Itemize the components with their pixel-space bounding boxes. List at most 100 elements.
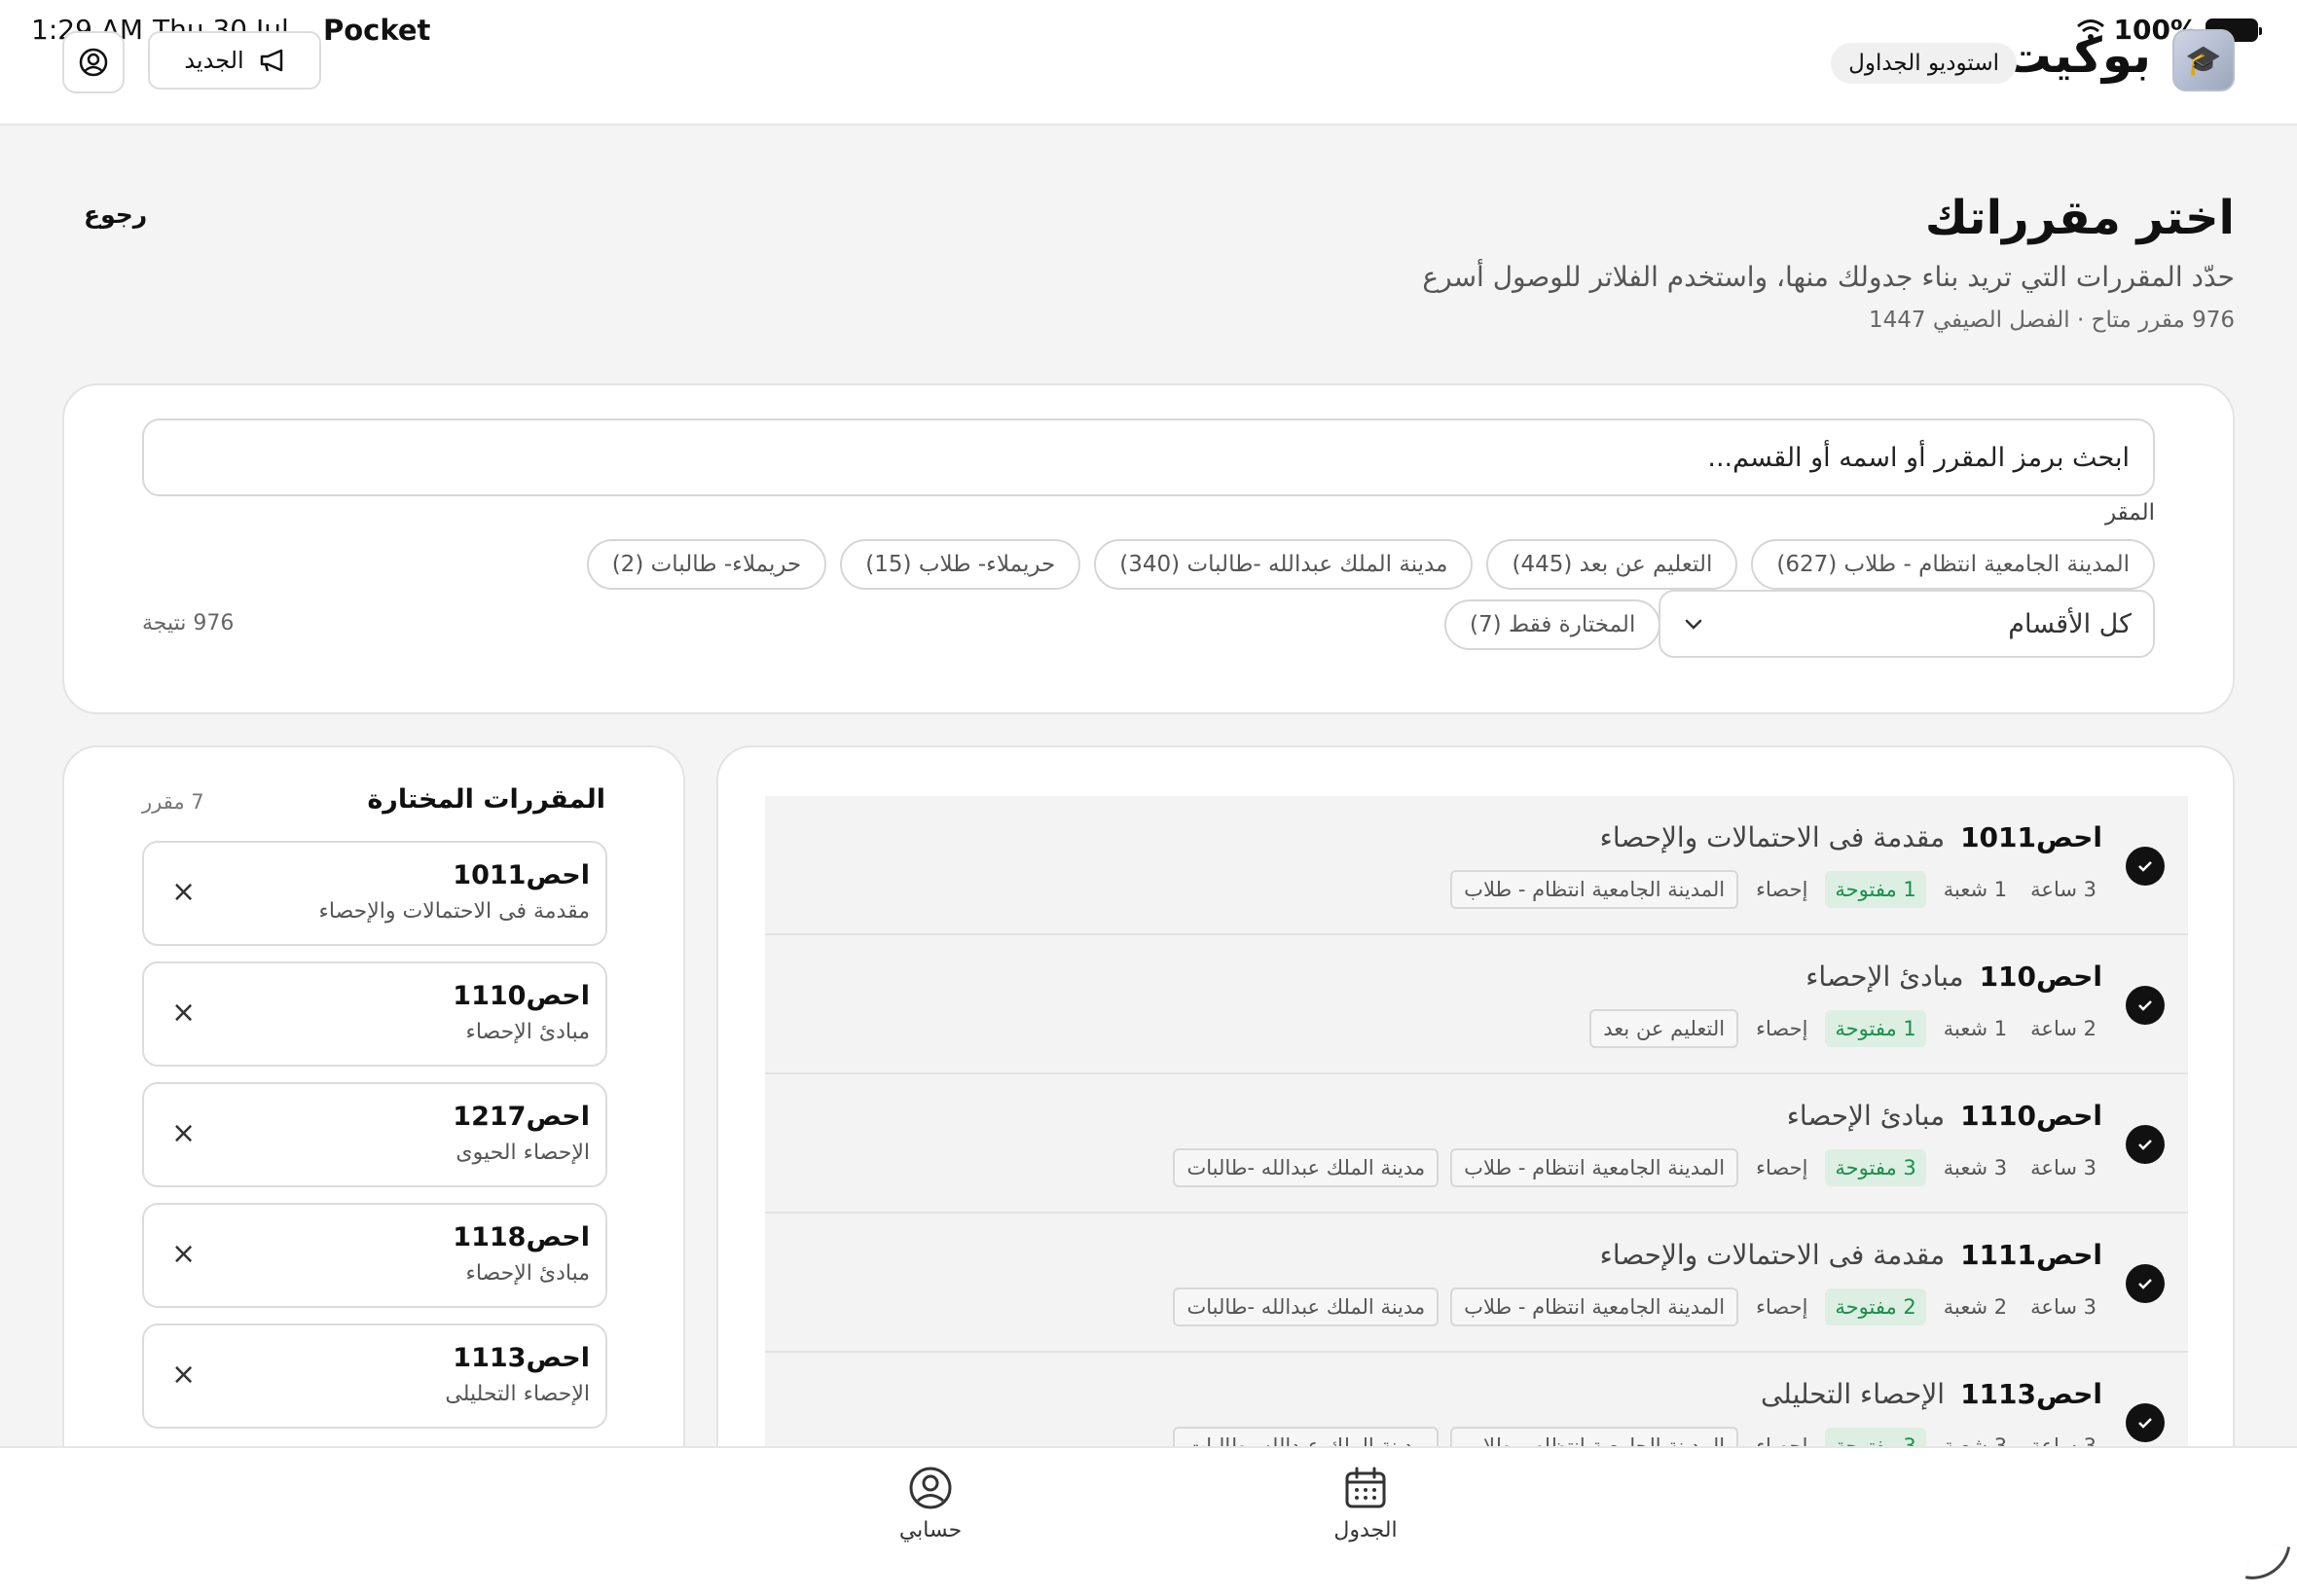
course-tags: 2 ساعة 1 شعبة 1 مفتوحة إحصاء التعليم عن … [1589,1009,2102,1048]
course-code: احص1111 [1960,1239,2102,1271]
status-app-name: Pocket [323,14,431,47]
selected-item: احص1110 مبادئ الإحصاء × [142,961,607,1067]
selected-code: احص1011 [453,860,590,890]
search-placeholder: ابحث برمز المقرر أو اسمه أو القسم... [1707,442,2130,473]
course-name: مبادئ الإحصاء [1805,961,1964,993]
course-title: احص1113 الإحصاء التحليلى [1761,1378,2102,1410]
corner-gesture-indicator [2244,1540,2291,1586]
course-tags: 3 ساعة 2 شعبة 2 مفتوحة إحصاء المدينة الج… [1173,1288,2102,1326]
selected-count: 7 مقرر [142,790,204,814]
selected-title: المقررات المختارة [367,784,605,815]
tab-account[interactable]: حسابي [853,1466,1008,1542]
close-icon[interactable]: × [171,1119,196,1148]
course-code: احص1011 [1960,821,2102,853]
open-sections-badge: 1 مفتوحة [1825,871,1926,908]
campus-chip[interactable]: التعليم عن بعد (445) [1486,539,1738,590]
course-campus: التعليم عن بعد [1589,1009,1739,1048]
selected-item: احص1118 مبادئ الإحصاء × [142,1203,607,1308]
megaphone-icon [260,49,282,72]
course-name: مبادئ الإحصاء [1786,1100,1946,1132]
selected-code: احص1217 [453,1102,590,1132]
calendar-icon [1345,1467,1386,1508]
course-row[interactable]: احص1011 مقدمة فى الاحتمالات والإحصاء 3 سا… [765,796,2188,935]
open-sections-badge: 1 مفتوحة [1825,1010,1926,1047]
selected-only-toggle[interactable]: المختارة فقط (7) [1444,599,1661,650]
course-department: إحصاء [1756,1295,1808,1319]
campus-chip[interactable]: حريملاء- طلاب (15) [840,539,1081,590]
profile-button[interactable] [62,31,125,93]
chevron-down-icon [1685,619,1702,630]
selected-name: مبادئ الإحصاء [465,1261,590,1286]
course-department: إحصاء [1756,1017,1808,1040]
news-button[interactable]: الجديد [148,31,321,90]
close-icon[interactable]: × [171,1240,196,1269]
selected-item: احص1011 مقدمة فى الاحتمالات والإحصاء × [142,841,607,946]
selected-name: مبادئ الإحصاء [465,1020,590,1044]
campus-label: المقر [2104,500,2155,526]
search-input[interactable]: ابحث برمز المقرر أو اسمه أو القسم... [142,418,2155,496]
course-code: احص1113 [1960,1378,2102,1410]
check-icon[interactable] [2126,1403,2165,1442]
page-title: اختر مقرراتك [1924,191,2235,245]
open-sections-badge: 3 مفتوحة [1825,1149,1926,1186]
course-name: الإحصاء التحليلى [1760,1378,1946,1410]
campus-chip[interactable]: حريملاء- طالبات (2) [586,539,827,590]
course-row[interactable]: احص1110 مبادئ الإحصاء 3 ساعة 3 شعبة 3 مفت… [765,1074,2188,1214]
department-select[interactable]: كل الأقسام [1659,590,2155,658]
check-icon[interactable] [2126,1125,2165,1164]
course-title: احص1111 مقدمة فى الاحتمالات والإحصاء [1600,1239,2102,1271]
top-bar: 1:29 AM Thu 30 Jul Pocket 100% 🎓 بوكيت ا… [0,0,2297,126]
selected-code: احص1113 [453,1343,590,1373]
news-label: الجديد [184,47,244,74]
course-hours: 3 ساعة [2030,1156,2096,1179]
tab-schedule-label: الجدول [1333,1518,1398,1542]
course-sections: 2 شعبة [1943,1295,2008,1319]
course-hours: 3 ساعة [2030,878,2096,901]
course-sections: 1 شعبة [1943,878,2008,901]
course-code: احص1110 [1960,1100,2102,1132]
course-sections: 1 شعبة [1943,1017,2008,1040]
course-department: إحصاء [1756,1156,1808,1179]
check-icon[interactable] [2126,1264,2165,1303]
course-row[interactable]: احص110 مبادئ الإحصاء 2 ساعة 1 شعبة 1 مفتو… [765,935,2188,1074]
back-link[interactable]: رجوع [84,200,147,229]
result-count: 976 نتيجة [142,611,235,635]
course-campus: مدينة الملك عبدالله -طالبات [1173,1148,1440,1187]
filter-card: ابحث برمز المقرر أو اسمه أو القسم... الم… [62,383,2235,714]
selected-item: احص1217 الإحصاء الحيوى × [142,1082,607,1187]
tab-account-label: حسابي [898,1518,963,1542]
course-hours: 2 ساعة [2030,1017,2096,1040]
course-name: مقدمة فى الاحتمالات والإحصاء [1599,821,1946,853]
page-meta: 976 مقرر متاح · الفصل الصيفي 1447 [1869,308,2235,333]
course-campus: مدينة الملك عبدالله -طالبات [1173,1288,1440,1326]
close-icon[interactable]: × [171,998,196,1028]
course-campus: المدينة الجامعية انتظام - طلاب [1450,870,1739,909]
course-department: إحصاء [1756,878,1808,901]
campus-chip[interactable]: المدينة الجامعية انتظام - طلاب (627) [1751,539,2155,590]
course-tags: 3 ساعة 3 شعبة 3 مفتوحة إحصاء المدينة الج… [1173,1148,2102,1187]
selected-code: احص1118 [453,1222,590,1252]
course-row[interactable]: احص1111 مقدمة فى الاحتمالات والإحصاء 3 سا… [765,1214,2188,1353]
close-icon[interactable]: × [171,878,196,907]
course-hours: 3 ساعة [2030,1295,2096,1319]
selected-list: احص1011 مقدمة فى الاحتمالات والإحصاء × ا… [142,841,607,1444]
selected-code: احص1110 [453,981,590,1011]
course-tags: 3 ساعة 1 شعبة 1 مفتوحة إحصاء المدينة الج… [1450,870,2102,909]
course-code: احص110 [1979,961,2102,993]
selected-name: الإحصاء الحيوى [456,1141,590,1165]
check-icon[interactable] [2126,986,2165,1025]
user-circle-icon [79,48,108,77]
department-value: كل الأقسام [2008,608,2132,639]
course-title: احص1011 مقدمة فى الاحتمالات والإحصاء [1600,821,2102,853]
user-circle-icon [909,1467,952,1509]
course-title: احص110 مبادئ الإحصاء [1805,961,2102,993]
course-campus: المدينة الجامعية انتظام - طلاب [1450,1148,1739,1187]
studio-badge: استوديو الجداول [1831,43,2017,84]
check-icon[interactable] [2126,847,2165,886]
app-logo-icon: 🎓 [2172,29,2235,91]
close-icon[interactable]: × [171,1360,196,1390]
campus-chips: المدينة الجامعية انتظام - طلاب (627) الت… [586,539,2155,590]
selected-item: احص1113 الإحصاء التحليلى × [142,1324,607,1429]
tab-schedule[interactable]: الجدول [1288,1466,1443,1542]
campus-chip[interactable]: مدينة الملك عبدالله -طالبات (340) [1094,539,1474,590]
